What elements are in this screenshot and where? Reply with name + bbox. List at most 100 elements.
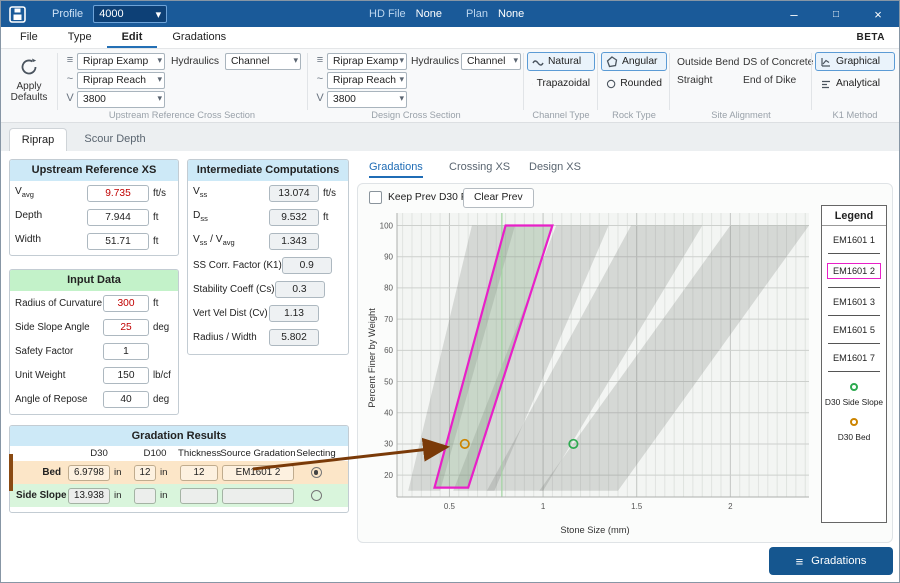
unit-weight-row: Unit Weight 150 lb/cf	[10, 363, 178, 387]
menu-gradations[interactable]: Gradations	[157, 27, 241, 48]
y-axis-label: Percent Finer by Weight	[367, 283, 377, 433]
side-slope-d30-value: 13.938	[68, 488, 110, 504]
legend-item-d30-bed: D30 Bed	[822, 417, 886, 442]
vss-value: 13.074	[269, 185, 319, 202]
channel-type-group: Natural Trapazoidal Channel Type	[525, 49, 597, 122]
list-icon: ≡	[64, 54, 76, 66]
side-slope-label: Side Slope	[16, 490, 66, 501]
svg-text:30: 30	[384, 440, 393, 449]
vavg-field[interactable]: 9.735	[87, 185, 149, 202]
row-label: Vavg	[15, 186, 87, 199]
ribbon: Apply Defaults ≡ Riprap Examp▾ Hydraulic…	[1, 49, 899, 123]
hamburger-icon: ≡	[796, 554, 804, 569]
chevron-down-icon: ▾	[399, 74, 404, 85]
input-data-panel: Input Data Radius of Curvature 300 ft Si…	[9, 269, 179, 415]
upstream-reach-select[interactable]: Riprap Reach▾	[77, 72, 165, 89]
design-station-select[interactable]: 3800▾	[327, 91, 407, 108]
reach-icon: ~	[314, 73, 326, 85]
chevron-down-icon: ▾	[293, 55, 298, 66]
alignment-straight[interactable]: Straight	[677, 75, 713, 86]
legend-item-em1601-1[interactable]: EM1601 1	[822, 226, 886, 254]
dss-row: Dss 9.532 ft	[188, 205, 348, 229]
safety-factor-field[interactable]: 1	[103, 343, 149, 360]
minimize-button[interactable]: –	[773, 1, 815, 27]
vss-row: Vss 13.074 ft/s	[188, 181, 348, 205]
design-example-select[interactable]: Riprap Examp▾	[327, 53, 407, 70]
alignment-outside-bend[interactable]: Outside Bend	[677, 57, 739, 68]
upstream-hydraulics-select[interactable]: Channel▾	[225, 53, 301, 70]
row-label: Width	[15, 234, 87, 247]
bed-selecting-radio[interactable]	[311, 467, 322, 478]
stability-coeff-value: 0.3	[275, 281, 325, 298]
app-icon[interactable]	[9, 6, 26, 23]
k1-method-label: K1 Method	[813, 110, 897, 120]
width-field[interactable]: 51.71	[87, 233, 149, 250]
hexagon-icon	[606, 56, 618, 68]
svg-text:1.5: 1.5	[631, 502, 643, 511]
gradation-chart: 20304050607080901000.511.52	[375, 207, 815, 519]
unit-weight-field[interactable]: 150	[103, 367, 149, 384]
upstream-station-select[interactable]: 3800▾	[77, 91, 165, 108]
side-slope-d100-value	[134, 488, 156, 504]
clear-prev-button[interactable]: Clear Prev	[463, 188, 534, 208]
radius-of-curvature-row: Radius of Curvature 300 ft	[10, 291, 178, 315]
menu-edit[interactable]: Edit	[107, 27, 158, 48]
design-hydraulics-select[interactable]: Channel▾	[461, 53, 521, 70]
keep-prev-checkbox[interactable]	[369, 191, 382, 204]
tab-scour-depth[interactable]: Scour Depth	[73, 128, 157, 151]
legend-item-em1601-2[interactable]: EM1601 2	[822, 254, 886, 288]
series-line-sample	[828, 371, 880, 372]
channel-trapazoidal-option[interactable]: Trapazoidal	[527, 74, 595, 93]
maximize-button[interactable]: □	[815, 1, 857, 27]
vavg-row: Vavg 9.735 ft/s	[10, 181, 178, 205]
tab-crossing-xs[interactable]: Crossing XS	[449, 161, 510, 176]
alignment-end-of-dike[interactable]: End of Dike	[743, 75, 796, 86]
plan-label: Plan	[466, 8, 488, 20]
profile-select[interactable]: 4000 ▾	[93, 5, 167, 23]
alignment-ds-of-concrete[interactable]: DS of Concrete	[743, 57, 813, 68]
apply-defaults-button[interactable]: Apply Defaults	[3, 49, 55, 122]
vss-ratio-row: Vss / Vavg 1.343	[188, 229, 348, 253]
tab-riprap[interactable]: Riprap	[9, 128, 67, 151]
col-d100: D100	[132, 448, 178, 459]
design-reach-select[interactable]: Riprap Reach▾	[327, 72, 407, 89]
chevron-down-icon: ▾	[399, 93, 404, 104]
titlebar-status: HD File None Plan None	[369, 8, 524, 20]
vss-ratio-value: 1.343	[269, 233, 319, 250]
tab-design-xs[interactable]: Design XS	[529, 161, 581, 176]
upstream-example-select[interactable]: Riprap Examp▾	[77, 53, 165, 70]
panel-title: Intermediate Computations	[188, 160, 348, 181]
legend-item-em1601-7[interactable]: EM1601 7	[822, 344, 886, 372]
close-button[interactable]: ×	[857, 1, 899, 27]
bed-d30-value: 6.9798	[68, 465, 110, 481]
rock-angular-option[interactable]: Angular	[601, 52, 667, 71]
tab-gradations[interactable]: Gradations	[369, 161, 423, 178]
circle-icon	[606, 78, 616, 90]
side-slope-selecting-radio[interactable]	[311, 490, 322, 501]
legend-title: Legend	[822, 206, 886, 226]
menu-file[interactable]: File	[5, 27, 53, 48]
angle-of-repose-field[interactable]: 40	[103, 391, 149, 408]
vert-vel-dist-value: 1.13	[269, 305, 319, 322]
rock-rounded-option[interactable]: Rounded	[601, 74, 667, 93]
beta-badge: BETA	[857, 27, 899, 48]
channel-natural-option[interactable]: Natural	[527, 52, 595, 71]
gradations-button[interactable]: ≡ Gradations	[769, 547, 893, 575]
upstream-xs-group: ≡ Riprap Examp▾ Hydraulics Channel▾ ~ Ri…	[59, 49, 305, 122]
legend-item-em1601-3[interactable]: EM1601 3	[822, 288, 886, 316]
legend-item-em1601-5[interactable]: EM1601 5	[822, 316, 886, 344]
upstream-reference-xs-panel: Upstream Reference XS Vavg 9.735 ft/s De…	[9, 159, 179, 256]
menu-type[interactable]: Type	[53, 27, 107, 48]
bed-label: Bed	[16, 467, 66, 478]
k1-analytical-option[interactable]: Analytical	[815, 74, 895, 93]
main-tab-strip: Riprap Scour Depth	[1, 123, 899, 151]
bed-row-marker	[9, 454, 13, 491]
upstream-group-label: Upstream Reference Cross Section	[59, 110, 305, 120]
cross-section-icon: V	[64, 92, 76, 104]
profile-label: Profile	[52, 8, 83, 20]
svg-text:50: 50	[384, 377, 393, 386]
depth-field[interactable]: 7.944	[87, 209, 149, 226]
radius-field[interactable]: 300	[103, 295, 149, 312]
k1-graphical-option[interactable]: Graphical	[815, 52, 895, 71]
side-slope-angle-field[interactable]: 25	[103, 319, 149, 336]
